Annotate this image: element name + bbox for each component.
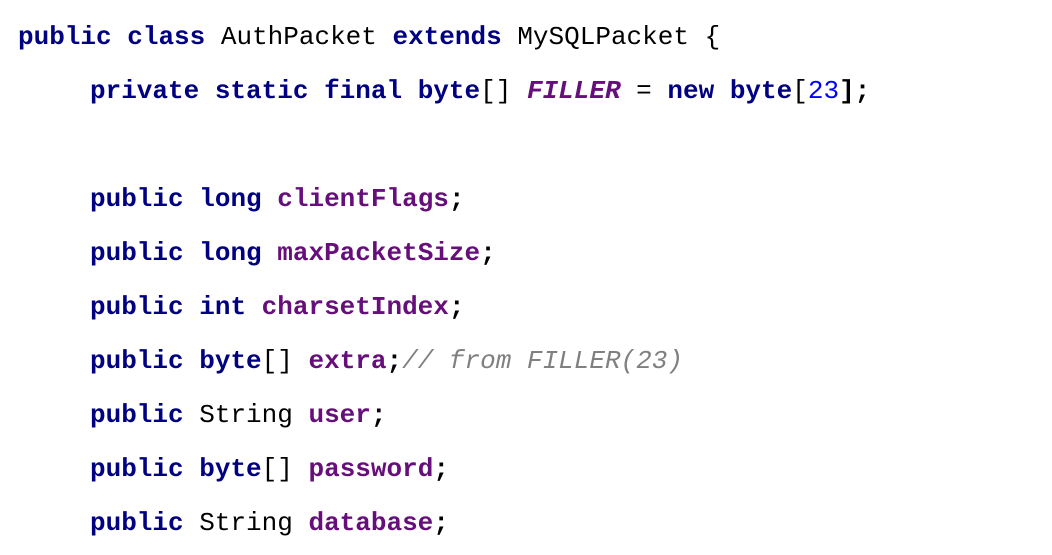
- class-name: AuthPacket: [220, 22, 377, 52]
- semicolon: ;: [386, 346, 403, 376]
- keyword-new: new: [667, 76, 715, 106]
- array-brackets: []: [480, 76, 512, 106]
- code-line-password: public byte[] password;: [18, 449, 449, 489]
- code-line-charset-index: public int charsetIndex;: [18, 287, 465, 327]
- code-line-extra: public byte[] extra;// from FILLER(23): [18, 341, 683, 381]
- keyword-public: public: [90, 184, 184, 214]
- keyword-public: public: [18, 22, 112, 52]
- code-line-max-packet-size: public long maxPacketSize;: [18, 233, 496, 273]
- code-editor[interactable]: public class AuthPacket extends MySQLPac…: [0, 0, 1052, 555]
- code-line-client-flags: public long clientFlags;: [18, 179, 465, 219]
- keyword-long: long: [199, 238, 262, 268]
- type-string: String: [199, 508, 293, 538]
- field-database: database: [308, 508, 434, 538]
- field-extra: extra: [308, 346, 387, 376]
- keyword-public: public: [90, 508, 184, 538]
- open-bracket: [: [792, 76, 808, 106]
- field-max-packet-size: maxPacketSize: [277, 238, 481, 268]
- keyword-public: public: [90, 400, 184, 430]
- array-brackets: []: [261, 454, 293, 484]
- keyword-byte: byte: [199, 346, 262, 376]
- field-user: user: [308, 400, 371, 430]
- keyword-class: class: [127, 22, 206, 52]
- field-charset-index: charsetIndex: [261, 292, 449, 322]
- assign-operator: =: [636, 76, 652, 106]
- keyword-extends: extends: [392, 22, 502, 52]
- semicolon: ;: [433, 454, 449, 484]
- line-comment: // from FILLER(23): [402, 346, 683, 376]
- semicolon: ;: [480, 238, 496, 268]
- keyword-long: long: [199, 184, 262, 214]
- keyword-private: private: [90, 76, 200, 106]
- type-string: String: [199, 400, 293, 430]
- semicolon: ;: [448, 292, 465, 322]
- field-client-flags: clientFlags: [277, 184, 449, 214]
- array-brackets: []: [261, 346, 293, 376]
- keyword-public: public: [90, 292, 184, 322]
- semicolon: ;: [433, 508, 449, 538]
- open-brace: {: [704, 22, 721, 52]
- code-line-filler-constant: private static final byte[] FILLER = new…: [18, 71, 870, 111]
- keyword-byte: byte: [199, 454, 262, 484]
- keyword-public: public: [90, 346, 184, 376]
- code-line-user: public String user;: [18, 395, 387, 435]
- keyword-public: public: [90, 238, 184, 268]
- semicolon: ;: [370, 400, 387, 430]
- keyword-final: final: [324, 76, 403, 106]
- keyword-byte: byte: [417, 76, 481, 106]
- code-line-database: public String database;: [18, 503, 449, 543]
- field-filler: FILLER: [526, 76, 621, 106]
- close-bracket-semicolon: ];: [839, 76, 871, 106]
- keyword-static: static: [214, 76, 309, 106]
- field-password: password: [308, 454, 434, 484]
- array-size-number: 23: [807, 76, 840, 106]
- superclass-name: MySQLPacket: [517, 22, 689, 52]
- keyword-public: public: [90, 454, 184, 484]
- code-line-class-declaration: public class AuthPacket extends MySQLPac…: [18, 17, 720, 57]
- keyword-byte-alloc: byte: [729, 76, 793, 106]
- keyword-int: int: [199, 292, 247, 322]
- semicolon: ;: [448, 184, 465, 214]
